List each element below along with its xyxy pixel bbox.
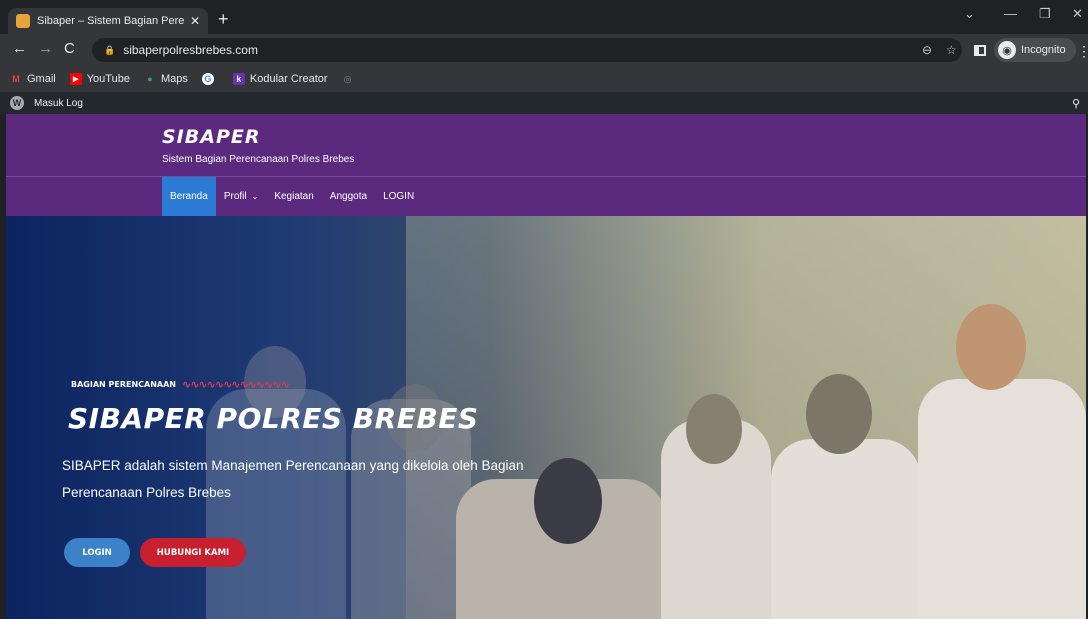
nav-item-login[interactable]: LOGIN [375,177,422,216]
forward-icon[interactable]: → [38,40,53,57]
search-icon[interactable]: ⚲ [1072,97,1080,110]
nav-item-anggota[interactable]: Anggota [322,177,375,216]
incognito-icon: ◉ [998,41,1016,59]
bookmark-label: Maps [160,73,188,85]
youtube-icon: ▶ [69,73,82,85]
login-link[interactable]: Masuk Log [34,98,83,109]
bookmark-youtube[interactable]: ▶ YouTube [69,73,130,85]
incognito-label: Incognito [1021,44,1066,56]
nav-label: Profil [223,191,247,202]
person-figure [956,304,1026,390]
bookmark-gmail[interactable]: M Gmail [10,73,56,85]
close-tab-icon[interactable]: ✕ [190,14,200,28]
hero-description: SIBAPER adalah sistem Manajemen Perencan… [62,458,524,500]
person-figure [686,394,742,464]
bookmark-star-icon[interactable]: ☆ [946,43,957,57]
hero-section: BAGIAN PERENCANAAN ∿∿∿∿∿∿∿∿∿∿∿∿∿ SIBAPER… [6,216,1086,619]
contact-button[interactable]: HUBUNGI KAMI [140,538,246,567]
wordpress-icon[interactable]: W [10,96,24,110]
bookmarks-bar: M Gmail ▶ YouTube ● Maps G k Kodular Cre… [0,66,1088,92]
nav-item-beranda[interactable]: Beranda [162,177,216,216]
nav-label: Kegiatan [274,191,314,202]
person-figure [806,374,872,454]
maps-icon: ● [147,74,153,84]
browser-toolbar: ← → C 🔒 sibaperpolresbrebes.com ⊖ ☆ ◉ In… [0,34,1088,66]
globe-icon: ◎ [343,73,352,84]
bookmark-extra[interactable]: ◎ [342,73,359,85]
hero-eyebrow: BAGIAN PERENCANAAN ∿∿∿∿∿∿∿∿∿∿∿∿∿ [71,378,290,391]
bookmark-label: YouTube [86,73,130,85]
nav-label: Anggota [329,191,368,202]
login-button[interactable]: LOGIN [64,538,130,567]
kodular-icon: k [232,73,245,85]
restore-icon[interactable]: ❐ [1039,6,1051,22]
site-brand[interactable]: SIBAPER [162,126,260,148]
bookmark-label: Gmail [27,73,56,85]
url-text: sibaperpolresbrebes.com [123,43,258,57]
nav-label: LOGIN [383,191,415,202]
site-favicon-icon [16,14,30,28]
new-tab-icon[interactable]: + [218,10,229,28]
browser-tab[interactable]: Sibaper – Sistem Bagian Perencaa ✕ [8,8,208,34]
incognito-badge[interactable]: ◉ Incognito [994,38,1076,62]
minimize-icon[interactable]: — [1004,6,1017,21]
main-navigation: Beranda Profil ⌄ Kegiatan Anggota LOGIN [6,176,1086,216]
address-bar[interactable]: 🔒 sibaperpolresbrebes.com [92,38,962,62]
bookmark-kodular[interactable]: k Kodular Creator [232,73,328,85]
person-figure [918,379,1086,619]
nav-item-kegiatan[interactable]: Kegiatan [266,177,321,216]
tab-strip: Sibaper – Sistem Bagian Perencaa ✕ + ⌄ —… [0,0,1088,34]
tab-title: Sibaper – Sistem Bagian Perencaa [37,15,184,27]
person-figure [534,458,602,544]
back-icon[interactable]: ← [12,40,27,57]
nav-item-profil[interactable]: Profil ⌄ [216,177,267,216]
site-tagline: Sistem Bagian Perencanaan Polres Brebes [162,154,355,165]
bookmark-google[interactable]: G [201,73,219,85]
zoom-icon[interactable]: ⊖ [922,43,932,57]
bookmark-maps[interactable]: ● Maps [144,73,188,85]
tab-search-icon[interactable]: ⌄ [964,6,975,22]
menu-icon[interactable]: ⋮ [1077,43,1088,60]
google-icon: G [201,73,214,85]
hero-title: SIBAPER POLRES BREBES [68,402,479,435]
reload-icon[interactable]: C [64,40,75,57]
wp-admin-bar: W Masuk Log ⚲ [0,92,1088,114]
side-panel-icon[interactable] [974,45,986,56]
lock-icon: 🔒 [104,44,116,55]
eyebrow-text: BAGIAN PERENCANAAN [71,380,176,389]
nav-label: Beranda [170,191,208,202]
bookmark-label: Kodular Creator [249,73,328,85]
person-figure [771,439,921,619]
chevron-down-icon: ⌄ [251,192,259,201]
close-window-icon[interactable]: ✕ [1072,6,1083,22]
gmail-icon: M [12,74,20,84]
site-header: SIBAPER Sistem Bagian Perencanaan Polres… [6,114,1086,176]
wave-decoration-icon: ∿∿∿∿∿∿∿∿∿∿∿∿∿ [182,378,290,391]
